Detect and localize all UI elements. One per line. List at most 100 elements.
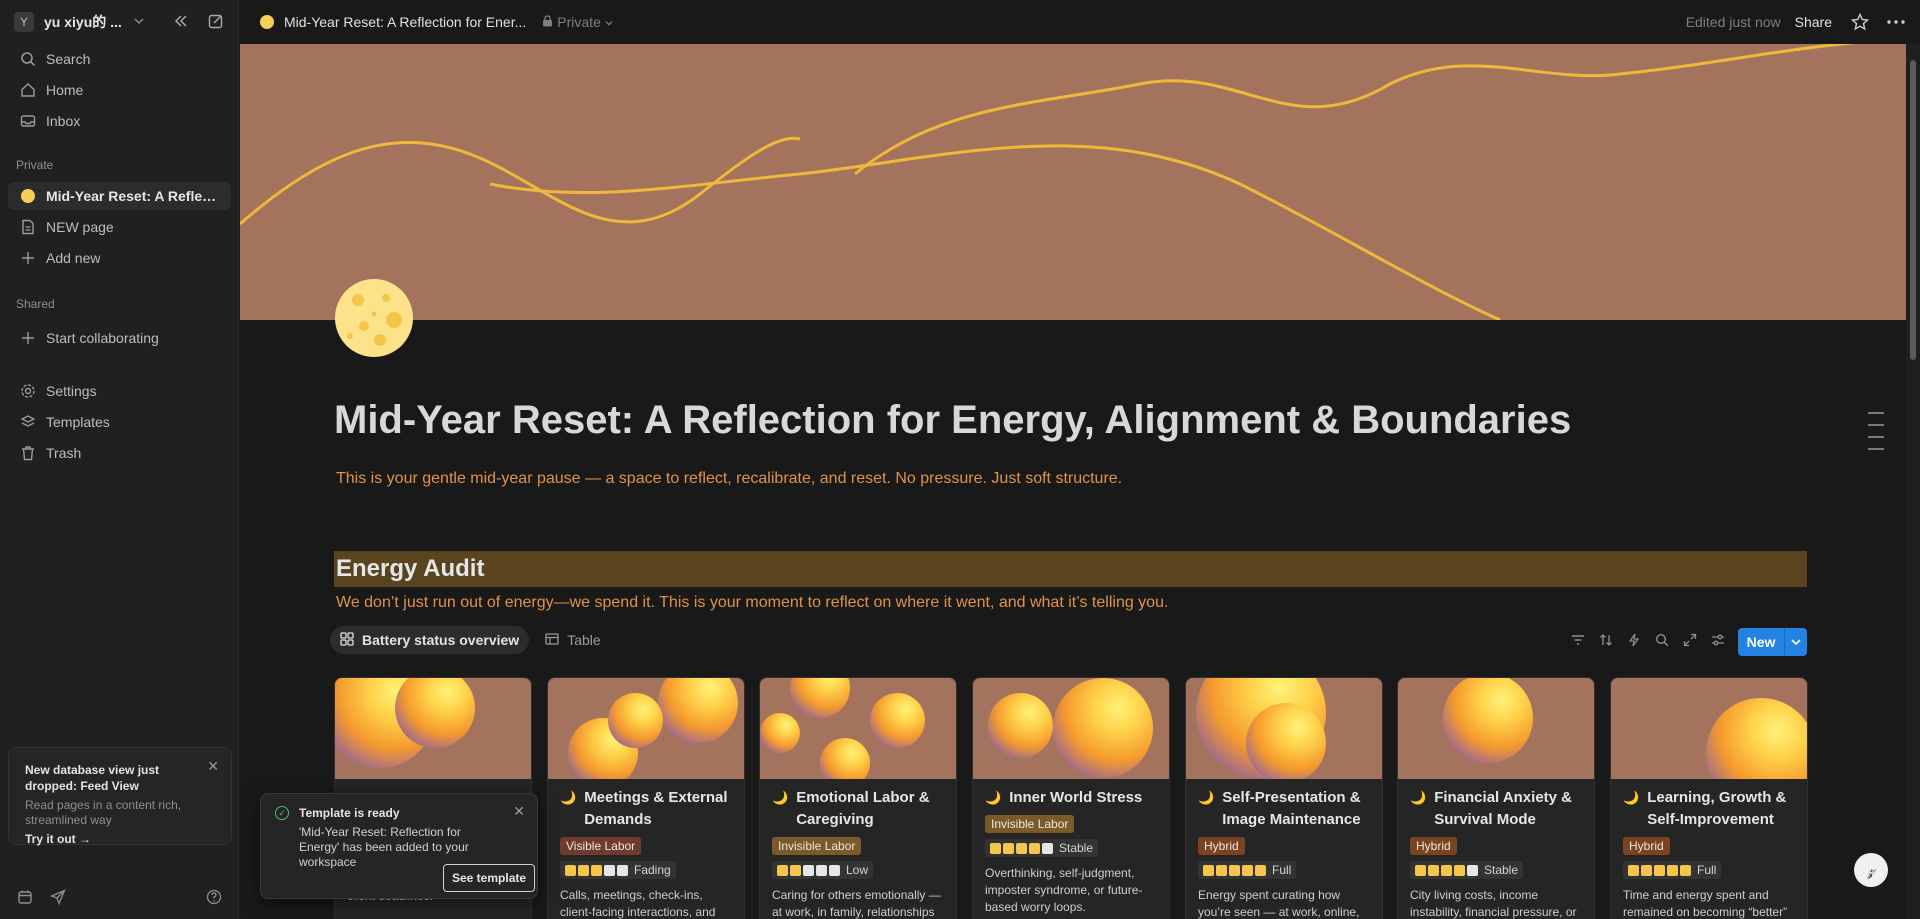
search-icon[interactable] [1652,630,1672,650]
battery-level-label: Low [846,863,869,877]
breadcrumb-page-title[interactable]: Mid-Year Reset: A Reflection for Ener... [284,14,526,30]
privacy-label: Private [557,14,601,30]
battery-cell-filled [990,842,1001,854]
sidebar-item-settings[interactable]: Settings [8,377,231,405]
share-button[interactable]: Share [1795,14,1832,30]
sidebar-item-home[interactable]: Home [8,76,231,104]
new-page-icon[interactable] [206,11,226,31]
sidebar-item-inbox[interactable]: Inbox [8,107,231,135]
orb-graphic [1443,678,1533,763]
moon-icon: 🌙 [1198,790,1215,805]
sidebar-item-label: Home [46,82,84,98]
section-heading: Energy Audit [334,551,1807,587]
battery-cell-filled [1203,864,1214,876]
gallery-card[interactable]: 🌙 Financial Anxiety & Survival Mode Hybrid… [1397,677,1595,919]
sort-icon[interactable] [1596,630,1616,650]
labor-type-tag: Hybrid [1198,837,1245,855]
gallery-card[interactable]: 🌙 Inner World Stress Invisible Labor Stable… [972,677,1170,919]
close-icon[interactable]: ✕ [513,803,525,820]
page-scrollbar[interactable] [1906,44,1920,919]
orb-graphic [1706,698,1807,779]
card-title: 🌙 Inner World Stress [985,787,1157,809]
promo-title: New database view just dropped: Feed Vie… [25,763,160,793]
chevron-down-icon[interactable] [1785,637,1807,647]
gallery-card[interactable]: 🌙 Meetings & External Demands Visible Labo… [547,677,745,919]
automation-icon[interactable] [1624,630,1644,650]
card-body: 🌙 Financial Anxiety & Survival Mode Hybrid… [1398,779,1594,919]
card-cover-image [973,678,1169,779]
template-ready-toast: ✓ Template is ready 'Mid-Year Reset: Ref… [260,793,538,899]
battery-cell-filled [1415,864,1426,876]
labor-type-tag: Invisible Labor [985,815,1075,833]
moon-page-icon[interactable] [334,278,414,358]
battery-cell-filled [1667,864,1678,876]
moon-icon: 🌙 [985,790,1002,805]
send-icon[interactable] [48,887,68,907]
collapse-sidebar-icon[interactable] [171,11,191,31]
card-title-text: Emotional Labor & Caregiving [796,789,930,828]
sidebar-item-start-collaborating[interactable]: Start collaborating [8,324,231,352]
new-button-label: New [1746,634,1776,650]
page-title[interactable]: Mid-Year Reset: A Reflection for Energy,… [334,398,1571,443]
card-title-text: Meetings & External Demands [584,789,728,828]
battery-level-label: Stable [1059,841,1094,855]
battery-cell-filled [1628,864,1639,876]
home-icon [18,80,38,100]
page-cover [240,44,1906,320]
notion-ai-button[interactable]: 𝓏 [1854,853,1888,887]
expand-icon[interactable] [1680,630,1700,650]
orb-graphic [760,713,800,753]
gallery-icon [340,631,354,649]
battery-cell-filled [1454,864,1465,876]
sidebar-item-templates[interactable]: Templates [8,408,231,436]
battery-level-label: Full [1697,863,1717,877]
filter-icon[interactable] [1568,630,1588,650]
gallery-card[interactable]: 🌙 Learning, Growth & Self-Improvement Hybr… [1610,677,1808,919]
plus-icon [18,248,38,268]
battery-cell-filled [578,864,589,876]
sidebar-item-add-new[interactable]: Add new [8,244,231,272]
battery-status: Low [772,861,944,879]
sidebar-item-search[interactable]: Search [8,45,231,73]
see-template-button[interactable]: See template [443,864,536,892]
privacy-menu[interactable]: Private [542,14,613,30]
promo-try-it-link[interactable]: Try it out → [25,832,215,846]
battery-status: Fading [560,861,732,879]
sidebar-item-trash[interactable]: Trash [8,439,231,467]
orb-graphic [988,693,1053,758]
orb-graphic [870,693,925,748]
more-icon[interactable] [1884,10,1908,34]
card-cover-image [548,678,744,779]
new-record-button[interactable]: New [1738,628,1807,656]
gallery-card[interactable]: 🌙 Self-Presentation & Image Maintenance Hy… [1185,677,1383,919]
database-view-tabs: Battery status overview Table [330,626,617,654]
workspace-switcher[interactable]: Y yu xiyu的 ... [14,11,144,33]
help-icon[interactable] [204,887,224,907]
calendar-icon[interactable] [15,887,35,907]
table-of-contents-indicator[interactable] [1868,412,1884,460]
close-icon[interactable]: ✕ [207,758,219,775]
card-title-text: Learning, Growth & Self-Improvement [1647,789,1787,828]
card-description: Time and energy spent and remained on be… [1623,888,1788,919]
topbar-actions: Edited just now Share [1686,0,1920,44]
section-subheading: We don’t just run out of energy—we spend… [336,594,1169,611]
card-cover-image [760,678,956,779]
gallery-card[interactable]: 🌙 Emotional Labor & Caregiving Invisible L… [759,677,957,919]
orb-graphic [608,693,663,748]
card-title-text: Financial Anxiety & Survival Mode [1434,789,1572,828]
sidebar-item-mid-year-reset[interactable]: Mid-Year Reset: A Reflection for Energy [8,182,231,210]
battery-cell-filled [1680,864,1691,876]
tab-battery-status-overview[interactable]: Battery status overview [330,626,530,654]
card-cover-image [1611,678,1807,779]
card-title-text: Self-Presentation & Image Maintenance [1222,789,1361,828]
tab-table[interactable]: Table [535,626,610,654]
battery-cell-filled [1029,842,1040,854]
sidebar-item-new-page[interactable]: NEW page [8,213,231,241]
sidebar-item-label: Settings [46,383,97,399]
scrollbar-thumb[interactable] [1910,60,1916,360]
battery-cell-empty [816,864,827,876]
star-icon[interactable] [1848,10,1872,34]
battery-meter: Fading [560,861,676,879]
moon-icon: 🌙 [560,790,577,805]
settings-sliders-icon[interactable] [1708,630,1728,650]
